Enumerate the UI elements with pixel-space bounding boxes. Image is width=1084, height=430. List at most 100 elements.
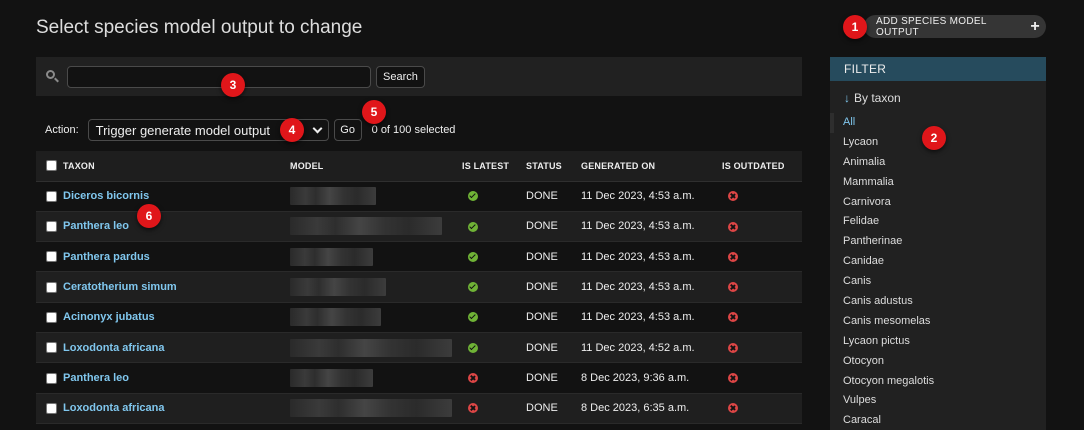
model-redacted: [290, 308, 381, 327]
table-row: Loxodonta africana DONE 11 Dec 2023, 4:52 …: [36, 332, 802, 364]
model-cell: [290, 211, 462, 243]
model-cell: [290, 241, 462, 273]
is-latest-cell: [462, 211, 526, 243]
filter-item[interactable]: Pantherinae: [830, 232, 1046, 252]
column-header-taxon[interactable]: TAXON: [63, 151, 290, 182]
taxon-link[interactable]: Acinonyx jubatus: [63, 311, 155, 323]
is-latest-cell: [462, 362, 526, 394]
is-latest-cell: [462, 181, 526, 212]
add-species-model-output-button[interactable]: ADD SPECIES MODEL OUTPUT +: [864, 15, 1046, 38]
filter-item[interactable]: Otocyon megalotis: [830, 372, 1046, 392]
status-cell: DONE: [526, 211, 581, 243]
row-checkbox[interactable]: [46, 372, 57, 384]
annotation-marker-6: 6: [137, 204, 161, 228]
annotation-marker-2: 2: [922, 126, 946, 150]
model-redacted: [290, 278, 386, 297]
action-select-value: Trigger generate model output: [95, 122, 271, 138]
filter-item[interactable]: Otocyon: [830, 352, 1046, 372]
row-checkbox[interactable]: [46, 281, 57, 293]
row-checkbox[interactable]: [46, 251, 57, 263]
row-select-cell: [36, 271, 63, 303]
generated-on-cell: 11 Dec 2023, 4:53 a.m.: [581, 302, 722, 333]
no-icon: [728, 282, 738, 293]
search-icon: [46, 69, 60, 84]
no-icon: [728, 342, 738, 353]
column-header-model[interactable]: MODEL: [290, 151, 462, 182]
is-latest-cell: [462, 302, 526, 333]
taxon-link[interactable]: Panthera leo: [63, 220, 129, 232]
status-cell: DONE: [526, 241, 581, 273]
model-redacted: [290, 368, 373, 387]
table-row: Panthera pardus DONE 11 Dec 2023, 4:53 a.m…: [36, 241, 802, 273]
no-icon: [728, 221, 738, 232]
actions-bar: Action: Trigger generate model output Go…: [36, 118, 802, 142]
status-cell: DONE: [526, 181, 581, 212]
row-select-cell: [36, 241, 63, 273]
plus-icon: +: [1030, 17, 1040, 35]
column-header-is-latest[interactable]: IS LATEST: [462, 151, 526, 182]
annotation-marker-5: 5: [362, 100, 386, 124]
search-button[interactable]: Search: [376, 65, 425, 88]
taxon-cell: Panthera pardus: [63, 241, 290, 273]
column-header-status[interactable]: STATUS: [526, 151, 581, 182]
taxon-cell: Loxodonta africana: [63, 393, 290, 424]
filter-item[interactable]: Vulpes: [830, 391, 1046, 411]
model-redacted: [290, 217, 442, 236]
is-outdated-cell: [722, 332, 802, 364]
filter-group-by-taxon: ↓ By taxon: [844, 91, 1046, 105]
arrow-down-icon: ↓: [844, 91, 850, 105]
selected-count: 0 of 100 selected: [371, 124, 456, 136]
row-checkbox[interactable]: [46, 311, 57, 323]
row-checkbox[interactable]: [46, 342, 57, 354]
row-checkbox[interactable]: [46, 221, 57, 233]
column-header-is-outdated[interactable]: IS OUTDATED: [722, 151, 802, 182]
generated-on-cell: 11 Dec 2023, 4:53 a.m.: [581, 211, 722, 243]
taxon-cell: Panthera leo: [63, 211, 290, 243]
filter-item[interactable]: Canis adustus: [830, 292, 1046, 312]
taxon-link[interactable]: Diceros bicornis: [63, 190, 149, 202]
is-outdated-cell: [722, 362, 802, 394]
table-row: Panthera leo DONE 8 Dec 2023, 9:36 a.m.: [36, 362, 802, 394]
results-table: TAXON MODEL IS LATEST STATUS GENERATED O…: [36, 151, 802, 424]
taxon-link[interactable]: Loxodonta africana: [63, 402, 164, 414]
status-cell: DONE: [526, 393, 581, 424]
column-header-generated-on[interactable]: GENERATED ON: [581, 151, 722, 182]
filter-item[interactable]: Lycaon pictus: [830, 332, 1046, 352]
row-checkbox[interactable]: [46, 190, 57, 202]
filter-item[interactable]: Felidae: [830, 212, 1046, 232]
taxon-link[interactable]: Panthera leo: [63, 372, 129, 384]
filter-panel: FILTER ↓ By taxon All Lycaon Animalia Mammal…: [830, 57, 1046, 430]
yes-icon: [468, 191, 478, 202]
taxon-link[interactable]: Ceratotherium simum: [63, 281, 177, 293]
model-cell: [290, 393, 462, 424]
go-button[interactable]: Go: [333, 119, 362, 141]
search-bar: Search: [36, 57, 802, 96]
model-redacted: [290, 338, 452, 357]
add-button-label: ADD SPECIES MODEL OUTPUT: [876, 15, 987, 38]
filter-item[interactable]: Canidae: [830, 252, 1046, 272]
taxon-link[interactable]: Loxodonta africana: [63, 342, 164, 354]
filter-item[interactable]: Canis mesomelas: [830, 312, 1046, 332]
model-redacted: [290, 187, 376, 206]
filter-item[interactable]: Carnivora: [830, 193, 1046, 213]
status-cell: DONE: [526, 302, 581, 333]
model-cell: [290, 181, 462, 212]
search-input[interactable]: [67, 65, 371, 88]
filter-item[interactable]: Canis: [830, 272, 1046, 292]
status-cell: DONE: [526, 271, 581, 303]
filter-item[interactable]: Caracal: [830, 411, 1046, 430]
generated-on-cell: 11 Dec 2023, 4:53 a.m.: [581, 181, 722, 212]
no-icon: [468, 403, 478, 414]
is-outdated-cell: [722, 271, 802, 303]
filter-header: FILTER: [830, 57, 1046, 81]
no-icon: [728, 191, 738, 202]
table-row: Ceratotherium simum DONE 11 Dec 2023, 4:53…: [36, 271, 802, 303]
yes-icon: [468, 251, 478, 262]
yes-icon: [468, 282, 478, 293]
row-checkbox[interactable]: [46, 402, 57, 414]
taxon-link[interactable]: Panthera pardus: [63, 251, 150, 263]
filter-item[interactable]: Mammalia: [830, 173, 1046, 193]
filter-item[interactable]: Animalia: [830, 153, 1046, 173]
yes-icon: [468, 342, 478, 353]
select-all-checkbox[interactable]: [46, 160, 57, 172]
